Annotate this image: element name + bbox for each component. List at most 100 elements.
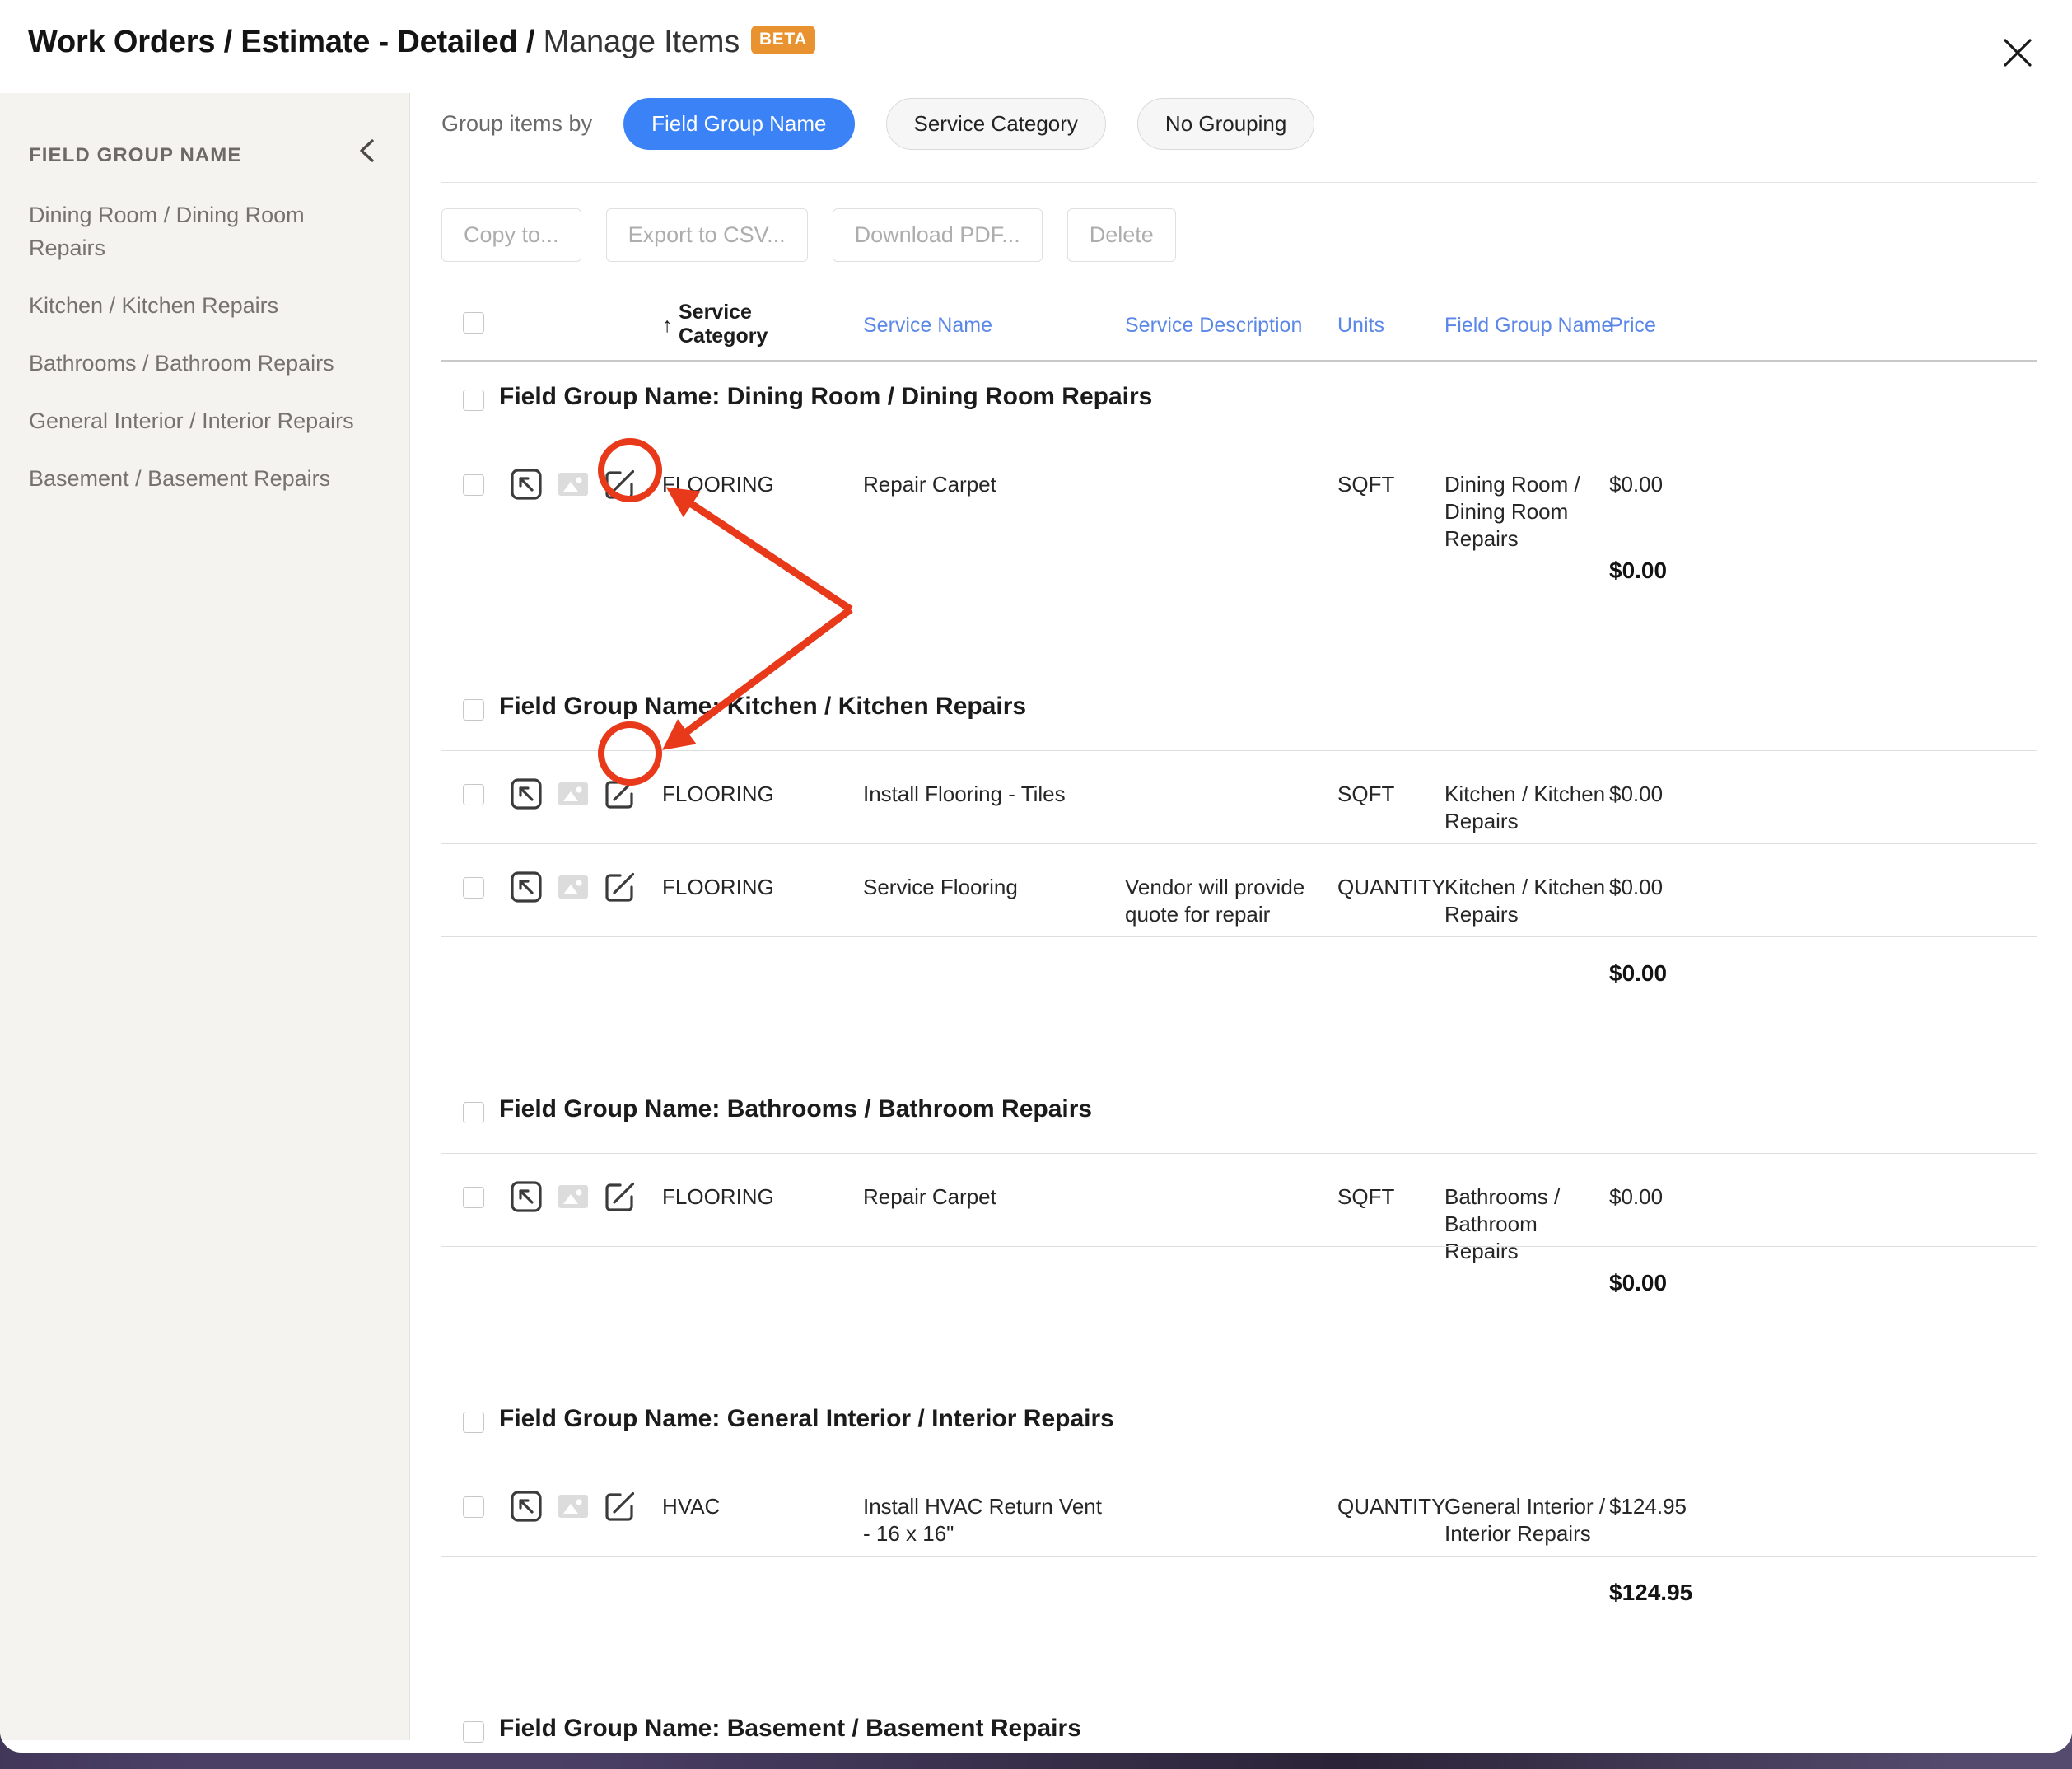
row-select-checkbox[interactable] <box>463 474 484 496</box>
image-icon <box>557 777 590 814</box>
group-subtotal-row: $0.00 <box>441 936 2037 1034</box>
open-item-icon[interactable] <box>510 870 543 908</box>
column-header-service-category-label: Service Category <box>679 301 768 348</box>
group-subtotal-row: $0.00 <box>441 534 2037 632</box>
open-item-icon[interactable] <box>510 468 543 505</box>
cell-field-group-name: General Interior / Interior Repairs <box>1444 1494 1606 1546</box>
edit-item-icon[interactable] <box>604 468 637 505</box>
image-icon <box>557 1490 590 1527</box>
column-header-price[interactable]: Price <box>1609 314 1656 338</box>
sidebar-item-bathrooms[interactable]: Bathrooms / Bathroom Repairs <box>0 347 409 380</box>
image-icon <box>557 870 590 908</box>
group-header-general-interior: Field Group Name: General Interior / Int… <box>441 1384 2037 1463</box>
table-row[interactable]: FLOORING Repair Carpet SQFT Bathrooms / … <box>441 1153 2037 1263</box>
open-item-icon[interactable] <box>510 1490 543 1527</box>
open-item-icon[interactable] <box>510 777 543 814</box>
sidebar-title: FIELD GROUP NAME <box>29 144 242 166</box>
export-to-csv-button[interactable]: Export to CSV... <box>605 208 808 262</box>
column-header-service-description[interactable]: Service Description <box>1125 314 1302 338</box>
row-select-checkbox[interactable] <box>463 1187 484 1208</box>
field-group-sidebar: FIELD GROUP NAME Dining Room / Dining Ro… <box>0 93 410 1740</box>
select-all-checkbox[interactable] <box>463 312 484 334</box>
breadcrumb: Work Orders / Estimate - Detailed / Mana… <box>28 25 816 60</box>
edit-item-icon[interactable] <box>604 1490 637 1527</box>
group-select-checkbox[interactable] <box>463 699 484 721</box>
items-table: ↑ Service Category Service Name Service … <box>441 291 2037 1753</box>
table-header-row: ↑ Service Category Service Name Service … <box>441 291 2037 362</box>
open-item-icon[interactable] <box>510 1180 543 1217</box>
cell-units: SQFT <box>1337 472 1395 497</box>
group-subtotal: $0.00 <box>1609 1270 1668 1295</box>
group-subtotal: $0.00 <box>1609 960 1668 986</box>
group-subtotal: $0.00 <box>1609 558 1668 583</box>
table-row[interactable]: FLOORING Install Flooring - Tiles SQFT K… <box>441 750 2037 843</box>
column-header-service-category[interactable]: ↑ Service Category <box>662 301 827 348</box>
cell-service-category: FLOORING <box>662 472 774 497</box>
row-select-checkbox[interactable] <box>463 784 484 805</box>
cell-units: QUANTITY <box>1337 1494 1446 1519</box>
cell-units: SQFT <box>1337 1184 1395 1209</box>
edit-item-icon[interactable] <box>604 1180 637 1217</box>
close-icon[interactable] <box>1996 31 2039 74</box>
sidebar-header: FIELD GROUP NAME <box>0 93 409 167</box>
cell-service-category: FLOORING <box>662 1184 774 1209</box>
cell-units: SQFT <box>1337 782 1395 806</box>
column-header-units[interactable]: Units <box>1337 314 1384 338</box>
cell-field-group-name: Kitchen / Kitchen Repairs <box>1444 875 1606 927</box>
group-title: Field Group Name: Dining Room / Dining R… <box>499 383 1153 410</box>
group-header-kitchen: Field Group Name: Kitchen / Kitchen Repa… <box>441 671 2037 750</box>
modal-header: Work Orders / Estimate - Detailed / Mana… <box>0 0 2072 93</box>
group-select-checkbox[interactable] <box>463 1102 484 1123</box>
cell-service-category: FLOORING <box>662 875 774 899</box>
row-select-checkbox[interactable] <box>463 877 484 899</box>
groupby-pill-no-grouping[interactable]: No Grouping <box>1136 98 1315 150</box>
breadcrumb-estimate-detailed[interactable]: Estimate - Detailed <box>240 25 517 59</box>
column-header-service-name[interactable]: Service Name <box>863 314 992 338</box>
cell-service-category: HVAC <box>662 1494 721 1519</box>
group-header-bathrooms: Field Group Name: Bathrooms / Bathroom R… <box>441 1074 2037 1153</box>
table-row[interactable]: FLOORING Repair Carpet SQFT Dining Room … <box>441 441 2037 551</box>
sidebar-item-general-interior[interactable]: General Interior / Interior Repairs <box>0 404 409 437</box>
row-select-checkbox[interactable] <box>463 1496 484 1518</box>
cell-price: $0.00 <box>1609 472 1664 497</box>
cell-service-description: Vendor will provide quote for repair <box>1125 875 1305 927</box>
group-select-checkbox[interactable] <box>463 1412 484 1433</box>
beta-badge: BETA <box>751 26 816 54</box>
column-header-field-group-name[interactable]: Field Group Name <box>1444 314 1612 338</box>
sidebar-item-basement[interactable]: Basement / Basement Repairs <box>0 462 409 495</box>
manage-items-modal: Work Orders / Estimate - Detailed / Mana… <box>0 0 2072 1753</box>
group-title: Field Group Name: Basement / Basement Re… <box>499 1715 1081 1742</box>
sidebar-item-dining-room[interactable]: Dining Room / Dining Room Repairs <box>0 198 409 264</box>
edit-item-icon[interactable] <box>604 777 637 814</box>
cell-price: $0.00 <box>1609 875 1664 899</box>
cell-price: $124.95 <box>1609 1494 1687 1519</box>
breadcrumb-manage-items: Manage Items <box>543 25 740 59</box>
group-select-checkbox[interactable] <box>463 1721 484 1743</box>
group-select-checkbox[interactable] <box>463 390 484 411</box>
copy-to-button[interactable]: Copy to... <box>441 208 581 262</box>
chevron-left-icon[interactable] <box>352 134 385 167</box>
groupby-pill-service-category[interactable]: Service Category <box>885 98 1106 150</box>
table-row[interactable]: FLOORING Service Flooring Vendor will pr… <box>441 843 2037 936</box>
group-header-dining-room: Field Group Name: Dining Room / Dining R… <box>441 362 2037 441</box>
download-pdf-button[interactable]: Download PDF... <box>832 208 1043 262</box>
delete-button[interactable]: Delete <box>1066 208 1176 262</box>
breadcrumb-work-orders[interactable]: Work Orders <box>28 25 215 59</box>
groupby-pill-field-group-name[interactable]: Field Group Name <box>623 98 855 150</box>
group-title: Field Group Name: Bathrooms / Bathroom R… <box>499 1095 1093 1123</box>
sidebar-item-kitchen[interactable]: Kitchen / Kitchen Repairs <box>0 289 409 322</box>
edit-item-icon[interactable] <box>604 870 637 908</box>
group-title: Field Group Name: Kitchen / Kitchen Repa… <box>499 693 1027 720</box>
cell-service-category: FLOORING <box>662 782 774 806</box>
cell-service-name: Install HVAC Return Vent - 16 x 16" <box>863 1494 1102 1546</box>
cell-units: QUANTITY <box>1337 875 1446 899</box>
cell-service-name: Service Flooring <box>863 875 1018 899</box>
table-row[interactable]: HVAC Install HVAC Return Vent - 16 x 16"… <box>441 1463 2037 1556</box>
screen: Work Orders / Estimate - Detailed / Mana… <box>0 0 2072 1769</box>
group-subtotal-row: $124.95 <box>441 1556 2037 1654</box>
group-header-basement: Field Group Name: Basement / Basement Re… <box>441 1693 2037 1753</box>
